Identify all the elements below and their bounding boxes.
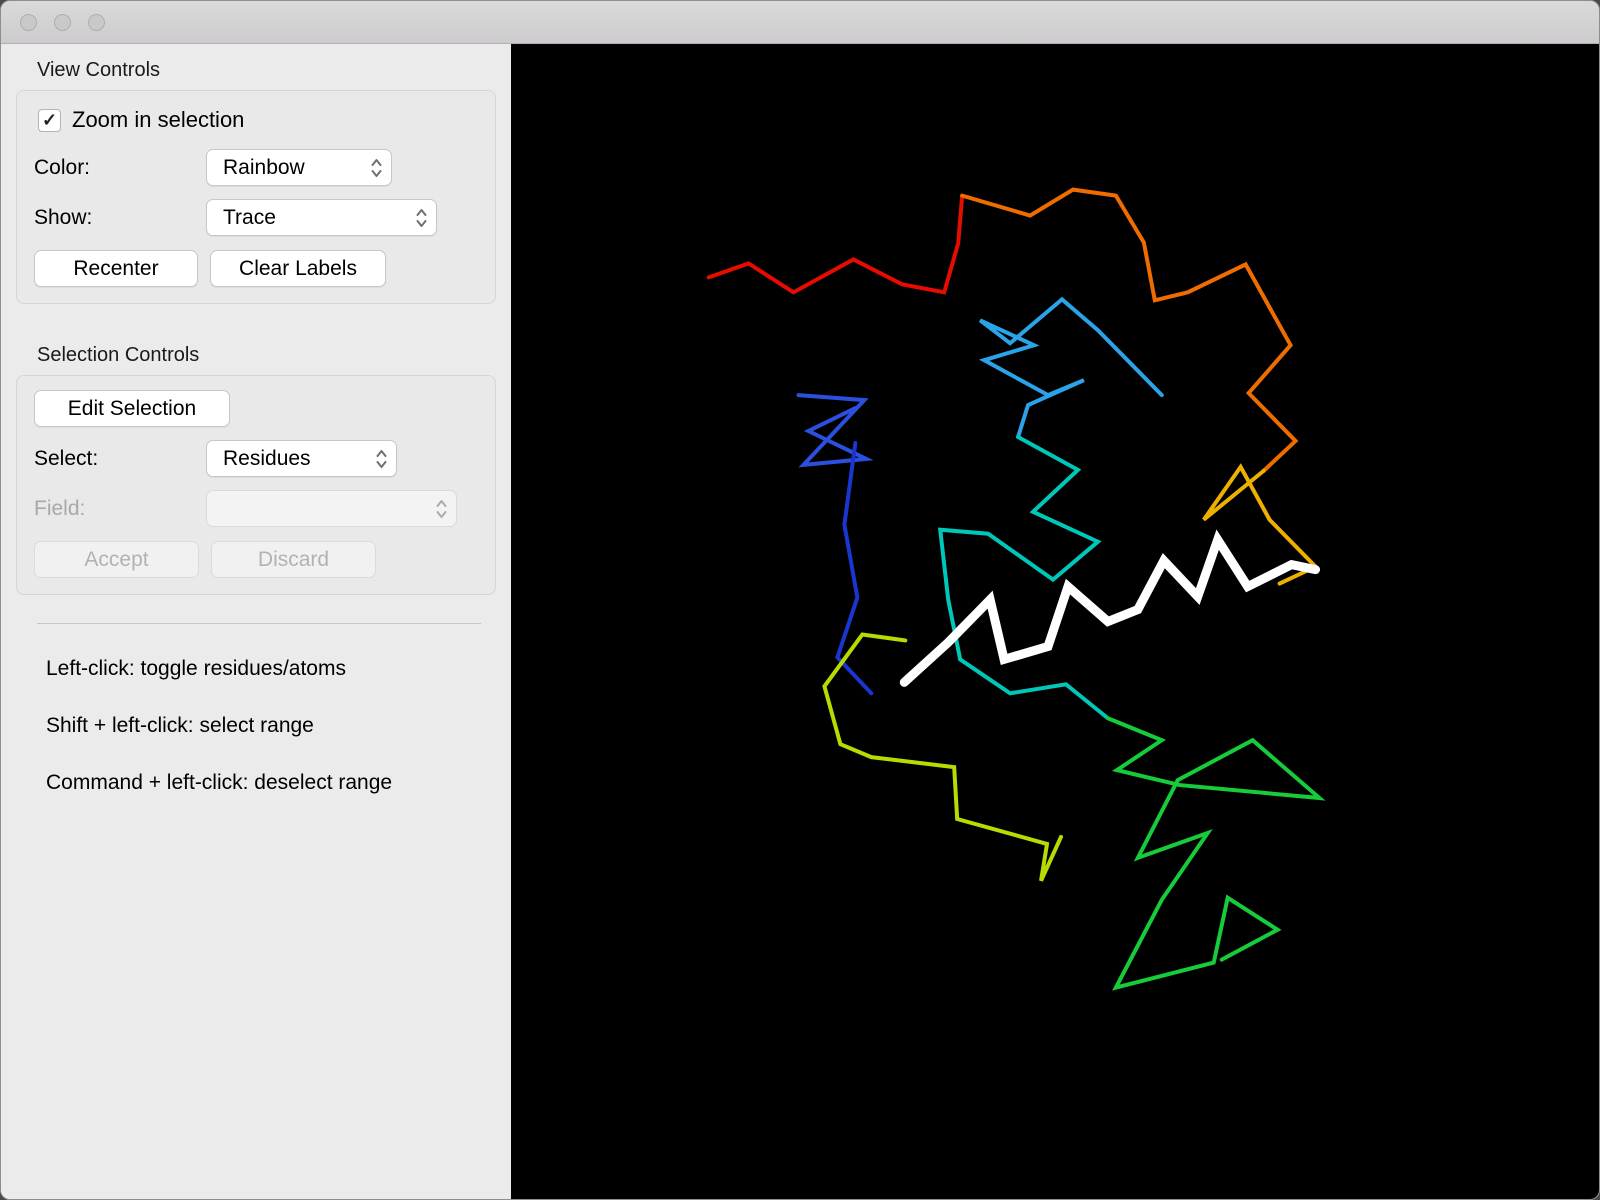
recenter-button[interactable]: Recenter [34, 250, 198, 287]
accept-button: Accept [34, 541, 199, 578]
divider [37, 623, 481, 624]
field-select [206, 490, 457, 527]
trace-segment-blue-tail[interactable] [835, 440, 874, 696]
select-arrows-icon [374, 447, 389, 471]
trace-segment-orange[interactable] [960, 187, 1299, 473]
app-window: View Controls ✓ Zoom in selection Color:… [0, 0, 1600, 1200]
trace-segment-chartreuse[interactable] [822, 632, 1063, 882]
select-row: Select: Residues [34, 440, 478, 477]
show-row: Show: Trace [34, 199, 478, 236]
zoom-selection-checkbox[interactable]: ✓ [38, 108, 61, 132]
sidebar: View Controls ✓ Zoom in selection Color:… [1, 44, 511, 1199]
selection-controls-title: Selection Controls [37, 344, 200, 366]
zoom-selection-row: ✓ Zoom in selection [38, 107, 478, 133]
show-label: Show: [34, 205, 93, 229]
field-row: Field: [34, 490, 478, 527]
color-label: Color: [34, 155, 91, 179]
clear-labels-button[interactable]: Clear Labels [210, 250, 386, 287]
show-select[interactable]: Trace [206, 199, 437, 236]
trace-segment-green[interactable] [1105, 716, 1326, 991]
color-select[interactable]: Rainbow [206, 149, 392, 186]
window-zoom-button[interactable] [88, 14, 105, 31]
help-line-command-click: Command + left-click: deselect range [46, 771, 393, 794]
view-controls-title: View Controls [37, 59, 161, 81]
color-select-value: Rainbow [223, 155, 305, 179]
field-label: Field: [34, 496, 86, 520]
help-line-left-click: Left-click: toggle residues/atoms [46, 657, 346, 680]
view-buttons-row: Recenter Clear Labels [34, 250, 478, 287]
window-close-button[interactable] [20, 14, 37, 31]
molecule-viewport[interactable] [511, 44, 1599, 1199]
window-minimize-button[interactable] [54, 14, 71, 31]
select-arrows-icon [414, 206, 429, 230]
selection-controls-group: Edit Selection Select: Residues Field: A… [16, 375, 496, 595]
trace-segment-cyan[interactable] [978, 296, 1164, 439]
trace-segment-teal[interactable] [937, 434, 1110, 721]
select-arrows-icon [434, 497, 449, 521]
trace-segment-red[interactable] [706, 193, 965, 295]
select-mode-value: Residues [223, 446, 311, 470]
trace-segment-blue-cluster[interactable] [796, 393, 874, 468]
discard-button: Discard [211, 541, 376, 578]
help-line-shift-click: Shift + left-click: select range [46, 714, 314, 737]
view-controls-group: ✓ Zoom in selection Color: Rainbow Show: [16, 90, 496, 304]
edit-selection-button[interactable]: Edit Selection [34, 390, 230, 427]
color-row: Color: Rainbow [34, 149, 478, 186]
checkmark-icon: ✓ [41, 109, 58, 130]
accept-discard-row: Accept Discard [34, 541, 478, 578]
titlebar [1, 1, 1599, 44]
molecule-trace [706, 187, 1326, 991]
edit-selection-row: Edit Selection [34, 390, 478, 427]
zoom-selection-label: Zoom in selection [72, 107, 245, 132]
select-arrows-icon [369, 156, 384, 180]
show-select-value: Trace [223, 205, 276, 229]
main-area: View Controls ✓ Zoom in selection Color:… [1, 44, 1599, 1199]
select-label: Select: [34, 446, 99, 470]
select-mode-select[interactable]: Residues [206, 440, 397, 477]
